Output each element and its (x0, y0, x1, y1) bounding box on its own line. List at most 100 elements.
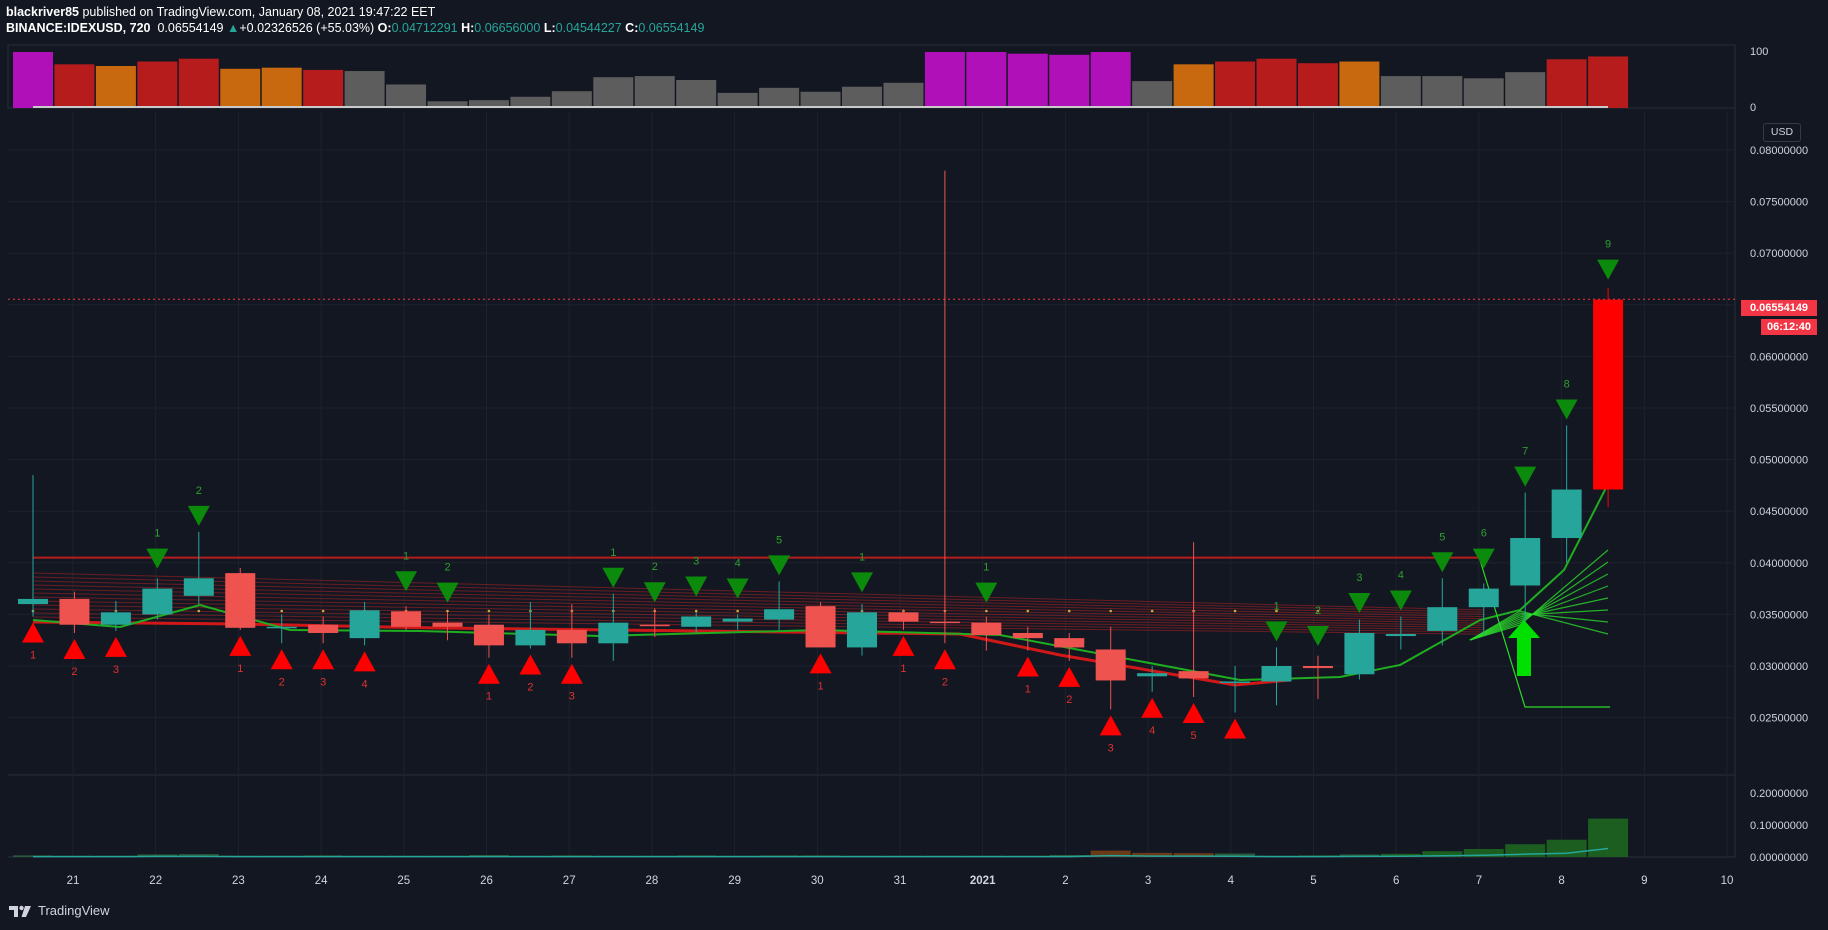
indicator-bar (178, 58, 219, 108)
ribbon-dot (1109, 609, 1112, 613)
time-tick-label: 31 (894, 875, 907, 887)
indicator-bar (966, 52, 1007, 108)
buy-setup-count: 1 (817, 680, 823, 692)
indicator-bar (1090, 52, 1131, 108)
sell-setup-count: 1 (983, 562, 989, 574)
candle-body (681, 616, 712, 627)
sell-setup-count: 2 (652, 561, 658, 573)
ribbon-dot (694, 609, 698, 613)
sell-setup-count: 4 (735, 558, 741, 570)
buy-setup-marker (353, 651, 376, 672)
indicator-bar (13, 52, 53, 108)
volume-tick-label: 0.20000000 (1750, 788, 1808, 800)
sell-setup-count: 8 (1564, 379, 1570, 391)
indicator-tick-label: 0 (1750, 102, 1756, 114)
indicator-bar (261, 67, 302, 108)
last-price-tag: 0.06554149 (1741, 300, 1817, 316)
tradingview-logo[interactable]: TradingView (8, 902, 110, 918)
sell-setup-count: 1 (403, 550, 409, 562)
time-tick-label: 10 (1721, 875, 1734, 887)
buy-setup-marker (933, 649, 956, 670)
sell-setup-count: 4 (1398, 569, 1404, 581)
buy-setup-count: 1 (1025, 684, 1031, 696)
currency-badge[interactable]: USD (1763, 123, 1801, 142)
candle-body (639, 624, 670, 627)
price-tick-label: 0.06000000 (1750, 351, 1808, 363)
candle-body (722, 618, 753, 622)
sell-setup-count: 1 (859, 551, 865, 563)
time-tick-label: 21 (67, 875, 80, 887)
time-tick-label: 2021 (970, 875, 996, 887)
candle-body (1385, 634, 1416, 637)
candle-body (888, 612, 919, 622)
buy-setup-marker (312, 649, 335, 670)
indicator-bar (551, 91, 592, 108)
time-tick-label: 8 (1558, 875, 1564, 887)
tradingview-logo-icon (9, 905, 31, 917)
indicator-bar (344, 71, 385, 108)
buy-setup-marker (1182, 702, 1205, 723)
ribbon-dot (1150, 609, 1154, 613)
indicator-bar (717, 92, 758, 108)
sell-setup-count: 5 (776, 534, 782, 546)
candle-body (1261, 666, 1292, 682)
price-tick-label: 0.02500000 (1750, 713, 1808, 725)
buy-setup-marker (63, 638, 86, 659)
candle-body (1054, 638, 1085, 648)
candle-body (473, 624, 504, 646)
price-tick-label: 0.03500000 (1750, 609, 1808, 621)
buy-setup-marker (892, 635, 915, 656)
sell-setup-count: 9 (1605, 239, 1611, 251)
candle-body (1178, 671, 1209, 679)
trail-line (1479, 559, 1610, 708)
indicator-bar (1049, 54, 1090, 108)
buy-setup-marker (229, 635, 252, 656)
indicator-bar (137, 61, 178, 108)
time-tick-label: 27 (563, 875, 576, 887)
buy-setup-marker (477, 663, 500, 684)
indicator-bar (1505, 72, 1546, 108)
buy-setup-count: 3 (569, 691, 575, 703)
indicator-bar (883, 82, 924, 108)
time-tick-label: 29 (728, 875, 741, 887)
buy-setup-marker (809, 653, 832, 674)
indicator-bar (676, 80, 717, 108)
indicator-bar (924, 52, 965, 108)
buy-setup-marker (270, 649, 293, 670)
sell-setup-count: 2 (1315, 605, 1321, 617)
candle-body (1302, 666, 1333, 669)
time-tick-label: 30 (811, 875, 824, 887)
buy-setup-count: 5 (1191, 730, 1197, 742)
buy-setup-marker (22, 622, 44, 643)
sell-setup-marker (395, 571, 418, 592)
sell-setup-marker (1514, 466, 1537, 487)
time-tick-label: 2 (1062, 875, 1068, 887)
candle-body (1012, 632, 1043, 639)
indicator-bar (1463, 78, 1504, 108)
axes: 0.080000000.075000000.070000000.06500000… (67, 46, 1809, 887)
price-tick-label: 0.08000000 (1750, 145, 1808, 157)
candle-body (391, 611, 422, 627)
td-markers: 1 2 1 2 1 2 3 4 5 1 1 1 2 3 4 5 6 7 8 9 1 2 3 1 2 3 4 1 2 3 1 1 2 1 2 3 4 5 (22, 239, 1620, 754)
indicator-bar (842, 86, 882, 108)
sell-setup-marker (768, 555, 791, 576)
time-tick-label: 22 (149, 875, 162, 887)
time-tick-label: 7 (1476, 875, 1482, 887)
volume-tick-label: 0.00000000 (1750, 852, 1808, 864)
buy-setup-count: 1 (900, 663, 906, 675)
sell-setup-marker (1348, 592, 1371, 613)
candle-body (515, 629, 546, 646)
sell-setup-marker (1597, 259, 1620, 280)
candle-body (1427, 607, 1458, 631)
buy-setup-count: 4 (362, 678, 368, 690)
indicator-bar (800, 91, 841, 108)
candle-body (1137, 673, 1168, 677)
sell-setup-count: 1 (1273, 600, 1279, 612)
chart-canvas[interactable]: 121212 3 45111 23 45 678912 3 12 3 41231121234 5 0… (0, 0, 1828, 890)
indicator-bar (593, 77, 634, 108)
candle-body (225, 573, 256, 628)
time-tick-label: 3 (1145, 875, 1151, 887)
volume-pane (13, 818, 1629, 858)
indicator-bar (1422, 76, 1463, 108)
sell-setup-count: 5 (1439, 531, 1445, 543)
